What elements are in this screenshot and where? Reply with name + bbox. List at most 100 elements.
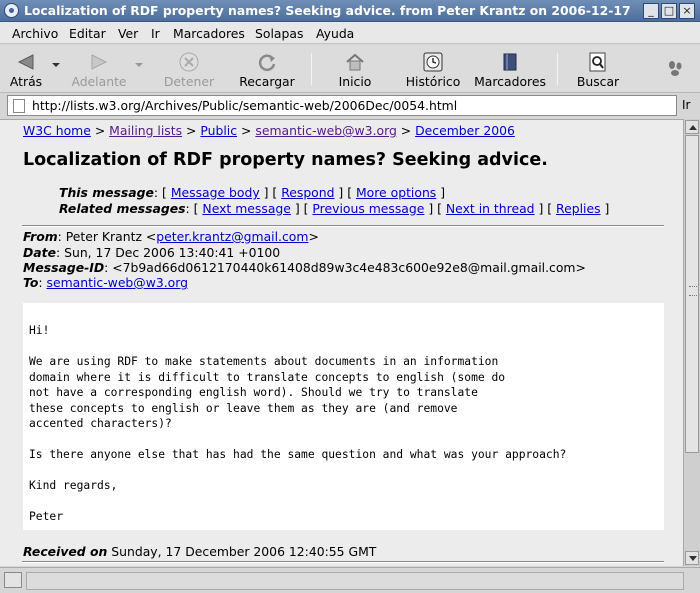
- message-body-text: Hi! We are using RDF to make statements …: [29, 324, 567, 523]
- page-title: Localization of RDF property names? Seek…: [23, 150, 548, 170]
- security-lock-icon[interactable]: [4, 572, 22, 588]
- to-email-link[interactable]: semantic-web@w3.org: [47, 275, 188, 290]
- menu-bar: Archivo Editar Ver Ir Marcadores Solapas…: [0, 22, 700, 44]
- this-message-nav: This message: [ Message body ] [ Respond…: [59, 185, 446, 200]
- respond-link[interactable]: Respond: [281, 185, 334, 200]
- received-label: Received on: [23, 544, 108, 559]
- breadcrumb-public[interactable]: Public: [200, 123, 237, 138]
- from-header: From: Peter Krantz <peter.krantz@gmail.c…: [23, 229, 319, 244]
- bookmarks-label: Marcadores: [474, 74, 546, 89]
- page-icon: [13, 99, 25, 113]
- back-arrow-icon: [17, 54, 34, 70]
- replies-link[interactable]: Replies: [556, 201, 601, 216]
- menu-ver[interactable]: Ver: [118, 26, 138, 41]
- scroll-down-icon[interactable]: [685, 551, 699, 565]
- received-on: Received on Sunday, 17 December 2006 12:…: [23, 544, 376, 559]
- title-bar: Localization of RDF property names? Seek…: [0, 0, 700, 22]
- message-id-label: Message-ID: [23, 260, 105, 275]
- url-field[interactable]: http://lists.w3.org/Archives/Public/sema…: [7, 95, 677, 116]
- menu-archivo[interactable]: Archivo: [12, 26, 58, 41]
- throbber-footprint-icon: [669, 61, 682, 76]
- maximize-button[interactable]: □: [661, 3, 677, 19]
- status-bar: [0, 567, 700, 593]
- grip-icon: [689, 286, 697, 296]
- breadcrumb-separator: >: [241, 123, 252, 138]
- history-label: Histórico: [405, 74, 461, 89]
- this-message-label: This message: [59, 185, 154, 200]
- date-header: Date: Sun, 17 Dec 2006 13:40:41 +0100: [23, 245, 281, 260]
- stop-icon: [179, 52, 199, 72]
- home-label: Inicio: [338, 74, 372, 89]
- history-button[interactable]: Histórico: [402, 47, 464, 91]
- search-button[interactable]: Buscar: [570, 47, 626, 91]
- to-header: To: semantic-web@w3.org: [23, 275, 188, 290]
- breadcrumb-semantic-web[interactable]: semantic-web@w3.org: [255, 123, 396, 138]
- breadcrumb-december-2006[interactable]: December 2006: [415, 123, 515, 138]
- forward-arrow-icon: [91, 54, 108, 70]
- menu-ayuda[interactable]: Ayuda: [316, 26, 354, 41]
- toolbar-separator: [557, 53, 558, 85]
- scroll-up-icon[interactable]: [685, 120, 699, 134]
- from-email-link[interactable]: peter.krantz@gmail.com: [156, 229, 308, 244]
- forward-history-dropdown-icon[interactable]: [135, 63, 143, 67]
- minimize-button[interactable]: _: [643, 3, 659, 19]
- breadcrumb-separator: >: [400, 123, 412, 138]
- vertical-scrollbar[interactable]: [683, 119, 700, 566]
- status-text: [26, 572, 684, 590]
- from-name: Peter Krantz: [65, 229, 142, 244]
- message-body-link[interactable]: Message body: [171, 185, 260, 200]
- received-value: Sunday, 17 December 2006 12:40:55 GMT: [111, 544, 377, 559]
- previous-message-link[interactable]: Previous message: [312, 201, 424, 216]
- back-button[interactable]: Atrás: [2, 47, 50, 91]
- menu-editar[interactable]: Editar: [69, 26, 106, 41]
- to-label: To: [23, 275, 39, 290]
- from-label: From: [23, 229, 58, 244]
- back-label: Atrás: [9, 74, 43, 89]
- reload-label: Recargar: [239, 74, 295, 89]
- menu-marcadores[interactable]: Marcadores: [173, 26, 245, 41]
- page-content: W3C home > Mailing lists > Public > sema…: [0, 119, 683, 566]
- forward-label: Adelante: [71, 74, 127, 89]
- window-title: Localization of RDF property names? Seek…: [24, 3, 636, 18]
- toolbar-separator: [311, 53, 312, 85]
- home-button[interactable]: Inicio: [330, 47, 380, 91]
- close-button[interactable]: ×: [679, 3, 695, 19]
- breadcrumb-separator: >: [186, 123, 197, 138]
- next-message-link[interactable]: Next message: [202, 201, 291, 216]
- breadcrumb: W3C home > Mailing lists > Public > sema…: [23, 123, 515, 138]
- navigation-toolbar: Atrás Adelante Detener Recargar Inicio H…: [0, 45, 700, 93]
- forward-button[interactable]: Adelante: [66, 47, 132, 91]
- next-in-thread-link[interactable]: Next in thread: [446, 201, 535, 216]
- home-icon: [346, 53, 364, 71]
- search-magnifier-icon: [589, 52, 606, 72]
- scrollbar-thumb[interactable]: [685, 135, 699, 453]
- go-button[interactable]: Ir: [682, 98, 690, 112]
- url-text[interactable]: http://lists.w3.org/Archives/Public/sema…: [32, 98, 457, 113]
- history-clock-icon: [423, 52, 443, 72]
- menu-solapas[interactable]: Solapas: [255, 26, 303, 41]
- reload-icon: [258, 54, 276, 71]
- breadcrumb-separator: >: [94, 123, 106, 138]
- search-label: Buscar: [576, 74, 620, 89]
- breadcrumb-mailing-lists[interactable]: Mailing lists: [109, 123, 182, 138]
- address-bar: http://lists.w3.org/Archives/Public/sema…: [0, 94, 700, 118]
- menu-ir[interactable]: Ir: [151, 26, 160, 41]
- date-label: Date: [23, 245, 56, 260]
- browser-app-icon[interactable]: [4, 3, 19, 18]
- message-body: Hi! We are using RDF to make statements …: [23, 303, 664, 530]
- bookmarks-button[interactable]: Marcadores: [474, 47, 546, 91]
- date-value: Sun, 17 Dec 2006 13:40:41 +0100: [64, 245, 281, 260]
- stop-label: Detener: [163, 74, 215, 89]
- bookmarks-book-icon: [503, 53, 517, 71]
- divider: [22, 225, 664, 227]
- divider: [22, 561, 664, 563]
- more-options-link[interactable]: More options: [356, 185, 436, 200]
- reload-button[interactable]: Recargar: [234, 47, 300, 91]
- message-id-header: Message-ID: <7b9ad66d0612170440k61408d89…: [23, 260, 586, 275]
- stop-button[interactable]: Detener: [158, 47, 220, 91]
- message-id-value: <7b9ad66d0612170440k61408d89w3c4e483c600…: [112, 260, 586, 275]
- related-messages-nav: Related messages: [ Next message ] [ Pre…: [59, 201, 610, 216]
- breadcrumb-w3c-home[interactable]: W3C home: [23, 123, 91, 138]
- back-history-dropdown-icon[interactable]: [52, 63, 60, 67]
- related-messages-label: Related messages: [59, 201, 186, 216]
